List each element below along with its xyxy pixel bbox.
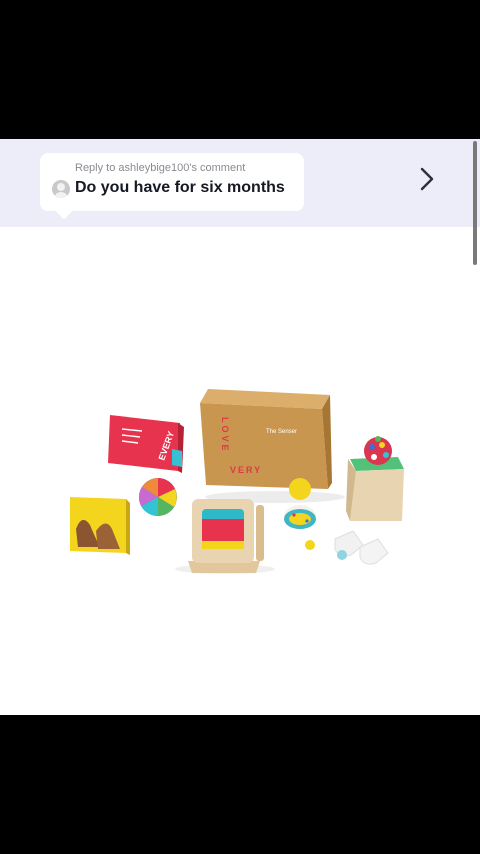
- red-book: EVERY: [108, 415, 184, 473]
- chevron-right-icon[interactable]: [414, 165, 438, 193]
- product-box: LOVE VERY The Senser: [200, 389, 332, 489]
- rainbow-ball: [138, 478, 177, 517]
- yellow-book: [70, 497, 130, 555]
- reply-label: Reply to ashleybige100's comment: [75, 162, 246, 174]
- video-frame[interactable]: Reply to ashleybige100's comment Do you …: [0, 139, 480, 715]
- default-avatar-icon: [52, 180, 70, 198]
- box-label: The Senser: [266, 429, 297, 435]
- reply-comment-bubble[interactable]: Reply to ashleybige100's comment Do you …: [40, 153, 304, 211]
- bottom-letterbox: [0, 715, 480, 854]
- box-brand-vertical: LOVE: [220, 417, 230, 454]
- wooden-box-toy: [346, 436, 404, 521]
- reply-comment-text: Do you have for six months: [75, 179, 285, 196]
- scrollbar[interactable]: [473, 141, 477, 265]
- top-letterbox: [0, 0, 480, 139]
- box-brand-horizontal: VERY: [230, 465, 262, 475]
- baby-socks: [305, 530, 389, 565]
- spinning-drum-toy: [188, 499, 264, 573]
- reply-banner: Reply to ashleybige100's comment Do you …: [0, 139, 480, 227]
- play-kit-product-image: EVERY LOVE VERY The Senser: [70, 389, 404, 574]
